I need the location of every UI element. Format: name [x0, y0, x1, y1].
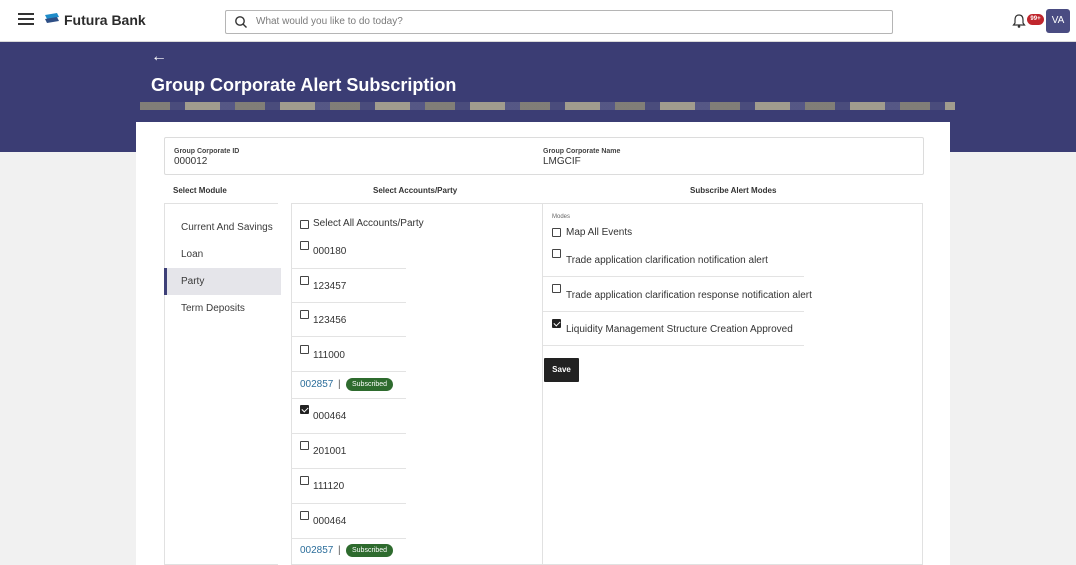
- modes-label: Modes: [552, 214, 571, 220]
- row-divider: [291, 538, 406, 539]
- row-divider: [291, 302, 406, 303]
- module-party[interactable]: Party: [181, 276, 204, 287]
- account-label: 201001: [313, 446, 347, 457]
- alert-label: Trade application clarification response…: [566, 290, 812, 301]
- alert-checkbox-liquidity-management-checked[interactable]: [552, 319, 561, 328]
- separator: |: [338, 379, 341, 390]
- alert-label: Liquidity Management Structure Creation …: [566, 324, 793, 335]
- search-bar[interactable]: What would you like to do today?: [225, 10, 893, 34]
- group-corporate-id-value: 000012: [174, 156, 208, 167]
- row-divider: [543, 276, 804, 277]
- row-divider: [291, 336, 406, 337]
- select-all-label: Select All Accounts/Party: [313, 218, 424, 229]
- account-label: 123457: [313, 281, 347, 292]
- page-title: Group Corporate Alert Subscription: [151, 75, 457, 95]
- module-term-deposits[interactable]: Term Deposits: [181, 303, 245, 314]
- account-checkbox-000464-checked[interactable]: [300, 405, 309, 414]
- select-module-heading: Select Module: [173, 186, 227, 195]
- account-checkbox-111120[interactable]: [300, 476, 309, 485]
- account-checkbox-201001[interactable]: [300, 441, 309, 450]
- account-checkbox-000464[interactable]: [300, 511, 309, 520]
- select-accounts-heading: Select Accounts/Party: [373, 186, 458, 195]
- bank-logo-icon: [45, 13, 59, 23]
- group-corporate-name-value: LMGCIF: [543, 156, 581, 167]
- account-label: 111000: [313, 350, 345, 361]
- account-label: 000464: [313, 411, 347, 422]
- group-corporate-name-label: Group Corporate Name: [543, 148, 621, 155]
- alert-label: Trade application clarification notifica…: [566, 255, 768, 266]
- subscribed-account-link[interactable]: 002857: [300, 379, 333, 390]
- map-all-events-label: Map All Events: [566, 227, 633, 238]
- group-corporate-id-label: Group Corporate ID: [174, 148, 240, 155]
- map-all-events-checkbox[interactable]: [552, 228, 561, 237]
- top-navigation-bar: Futura Bank What would you like to do to…: [0, 0, 1076, 42]
- account-label: 111120: [313, 481, 345, 492]
- search-placeholder: What would you like to do today?: [256, 16, 403, 27]
- module-loan[interactable]: Loan: [181, 249, 203, 260]
- save-button[interactable]: Save: [544, 358, 579, 382]
- banner-decorative-strip: [140, 102, 955, 110]
- back-arrow-icon[interactable]: ←: [151, 48, 167, 66]
- account-checkbox-000180[interactable]: [300, 241, 309, 250]
- select-all-checkbox[interactable]: [300, 220, 309, 229]
- account-label: 000180: [313, 246, 347, 257]
- row-divider: [543, 311, 804, 312]
- row-divider: [291, 398, 406, 399]
- account-checkbox-123457[interactable]: [300, 276, 309, 285]
- row-divider: [291, 503, 406, 504]
- alert-checkbox-clarification-notification[interactable]: [552, 249, 561, 258]
- account-checkbox-111000[interactable]: [300, 345, 309, 354]
- subscribed-account-link[interactable]: 002857: [300, 545, 333, 556]
- bell-icon[interactable]: [1012, 13, 1026, 29]
- row-divider: [291, 268, 406, 269]
- row-divider: [291, 371, 406, 372]
- notification-count-badge: 99+: [1027, 14, 1044, 25]
- module-current-and-savings[interactable]: Current And Savings: [181, 222, 273, 233]
- alert-checkbox-clarification-response[interactable]: [552, 284, 561, 293]
- search-icon: [235, 16, 247, 28]
- subscribe-alert-modes-heading: Subscribe Alert Modes: [690, 186, 777, 195]
- account-label: 000464: [313, 516, 347, 527]
- subscribed-badge: Subscribed: [346, 378, 394, 391]
- account-label: 123456: [313, 315, 347, 326]
- row-divider: [291, 433, 406, 434]
- account-checkbox-123456[interactable]: [300, 310, 309, 319]
- hamburger-menu-icon[interactable]: [18, 13, 34, 25]
- separator: |: [338, 545, 341, 556]
- brand-name[interactable]: Futura Bank: [64, 12, 146, 28]
- user-avatar[interactable]: VA: [1046, 9, 1070, 33]
- subscribed-badge: Subscribed: [346, 544, 394, 557]
- row-divider: [543, 345, 804, 346]
- row-divider: [291, 468, 406, 469]
